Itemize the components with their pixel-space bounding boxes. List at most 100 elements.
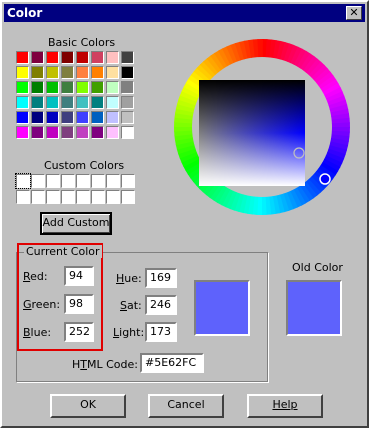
- basic-color-swatch[interactable]: [121, 81, 134, 94]
- basic-colors-grid: [16, 51, 136, 141]
- color-dialog: Color ✕ Basic Colors Custom Colors Add C…: [0, 0, 369, 428]
- basic-color-swatch[interactable]: [16, 81, 29, 94]
- basic-color-swatch[interactable]: [76, 126, 89, 139]
- red-field[interactable]: 94: [64, 266, 94, 286]
- hue-picker-handle[interactable]: [319, 173, 331, 185]
- basic-color-swatch[interactable]: [106, 126, 119, 139]
- basic-color-swatch[interactable]: [31, 51, 44, 64]
- custom-color-swatch[interactable]: [76, 190, 90, 204]
- add-custom-button[interactable]: Add Custom: [40, 212, 112, 235]
- custom-color-swatch[interactable]: [16, 190, 30, 204]
- basic-color-swatch[interactable]: [76, 66, 89, 79]
- basic-color-swatch[interactable]: [46, 126, 59, 139]
- basic-color-swatch[interactable]: [106, 111, 119, 124]
- basic-color-swatch[interactable]: [31, 126, 44, 139]
- html-code-field[interactable]: #5E62FC: [140, 353, 204, 373]
- window-title: Color: [7, 6, 43, 20]
- custom-color-swatch[interactable]: [31, 174, 45, 188]
- custom-color-swatch[interactable]: [31, 190, 45, 204]
- basic-color-swatch[interactable]: [106, 51, 119, 64]
- basic-color-swatch[interactable]: [76, 81, 89, 94]
- current-color-label: Current Color: [24, 245, 102, 258]
- custom-color-swatch[interactable]: [61, 190, 75, 204]
- basic-color-swatch[interactable]: [106, 81, 119, 94]
- custom-color-swatch[interactable]: [91, 190, 105, 204]
- old-color-swatch: [286, 280, 342, 336]
- basic-color-swatch[interactable]: [121, 66, 134, 79]
- basic-color-swatch[interactable]: [121, 111, 134, 124]
- basic-color-swatch[interactable]: [91, 51, 104, 64]
- basic-color-swatch[interactable]: [61, 111, 74, 124]
- basic-color-swatch[interactable]: [61, 126, 74, 139]
- basic-color-swatch[interactable]: [46, 66, 59, 79]
- basic-color-swatch[interactable]: [31, 96, 44, 109]
- custom-color-swatch[interactable]: [106, 174, 120, 188]
- basic-color-swatch[interactable]: [91, 126, 104, 139]
- basic-color-swatch[interactable]: [31, 111, 44, 124]
- title-bar: Color ✕: [4, 4, 365, 22]
- basic-color-swatch[interactable]: [121, 126, 134, 139]
- custom-color-swatch[interactable]: [46, 190, 60, 204]
- close-button[interactable]: ✕: [346, 6, 362, 20]
- sat-field[interactable]: 246: [145, 295, 177, 315]
- light-field[interactable]: 173: [145, 322, 177, 342]
- custom-color-swatch[interactable]: [121, 190, 135, 204]
- basic-color-swatch[interactable]: [31, 66, 44, 79]
- help-label: Help: [272, 398, 298, 411]
- basic-color-swatch[interactable]: [61, 51, 74, 64]
- basic-color-swatch[interactable]: [91, 96, 104, 109]
- basic-color-swatch[interactable]: [121, 96, 134, 109]
- basic-color-swatch[interactable]: [91, 81, 104, 94]
- custom-colors-grid: [15, 173, 136, 206]
- ok-label: OK: [80, 398, 96, 411]
- custom-color-swatch[interactable]: [106, 190, 120, 204]
- basic-color-swatch[interactable]: [76, 96, 89, 109]
- ok-button[interactable]: OK: [50, 394, 126, 418]
- hue-field[interactable]: 169: [145, 268, 177, 288]
- light-label: Light:: [113, 326, 145, 339]
- basic-color-swatch[interactable]: [46, 51, 59, 64]
- basic-color-swatch[interactable]: [106, 66, 119, 79]
- basic-color-swatch[interactable]: [61, 96, 74, 109]
- basic-color-swatch[interactable]: [46, 96, 59, 109]
- old-color-label: Old Color: [292, 261, 343, 274]
- custom-color-swatch[interactable]: [15, 173, 31, 189]
- basic-color-swatch[interactable]: [91, 66, 104, 79]
- hue-label: Hue:: [116, 272, 142, 285]
- basic-color-swatch[interactable]: [16, 96, 29, 109]
- basic-colors-label: Basic Colors: [48, 36, 116, 49]
- basic-color-swatch[interactable]: [61, 66, 74, 79]
- add-custom-label: Add Custom: [42, 216, 110, 229]
- cancel-button[interactable]: Cancel: [148, 394, 224, 418]
- custom-colors-label: Custom Colors: [44, 159, 125, 172]
- basic-color-swatch[interactable]: [16, 66, 29, 79]
- basic-color-swatch[interactable]: [121, 51, 134, 64]
- sat-label: Sat:: [120, 299, 142, 312]
- custom-color-swatch[interactable]: [121, 174, 135, 188]
- basic-color-swatch[interactable]: [31, 81, 44, 94]
- basic-color-swatch[interactable]: [91, 111, 104, 124]
- basic-color-swatch[interactable]: [16, 126, 29, 139]
- cancel-label: Cancel: [167, 398, 205, 411]
- basic-color-swatch[interactable]: [106, 96, 119, 109]
- custom-color-swatch[interactable]: [46, 174, 60, 188]
- basic-color-swatch[interactable]: [76, 51, 89, 64]
- basic-color-swatch[interactable]: [46, 81, 59, 94]
- custom-color-swatch[interactable]: [61, 174, 75, 188]
- current-color-swatch: [194, 280, 250, 336]
- basic-color-swatch[interactable]: [16, 51, 29, 64]
- red-label: Red:: [23, 270, 48, 283]
- help-button[interactable]: Help: [247, 394, 323, 418]
- basic-color-swatch[interactable]: [61, 81, 74, 94]
- basic-color-swatch[interactable]: [16, 111, 29, 124]
- color-wheel[interactable]: [172, 37, 352, 217]
- basic-color-swatch[interactable]: [76, 111, 89, 124]
- saturation-lightness-square[interactable]: [199, 80, 305, 186]
- blue-label: Blue:: [23, 326, 52, 339]
- blue-field[interactable]: 252: [64, 322, 94, 342]
- basic-color-swatch[interactable]: [46, 111, 59, 124]
- custom-color-swatch[interactable]: [76, 174, 90, 188]
- custom-color-swatch[interactable]: [91, 174, 105, 188]
- green-field[interactable]: 98: [64, 294, 94, 314]
- green-label: Green:: [23, 298, 61, 311]
